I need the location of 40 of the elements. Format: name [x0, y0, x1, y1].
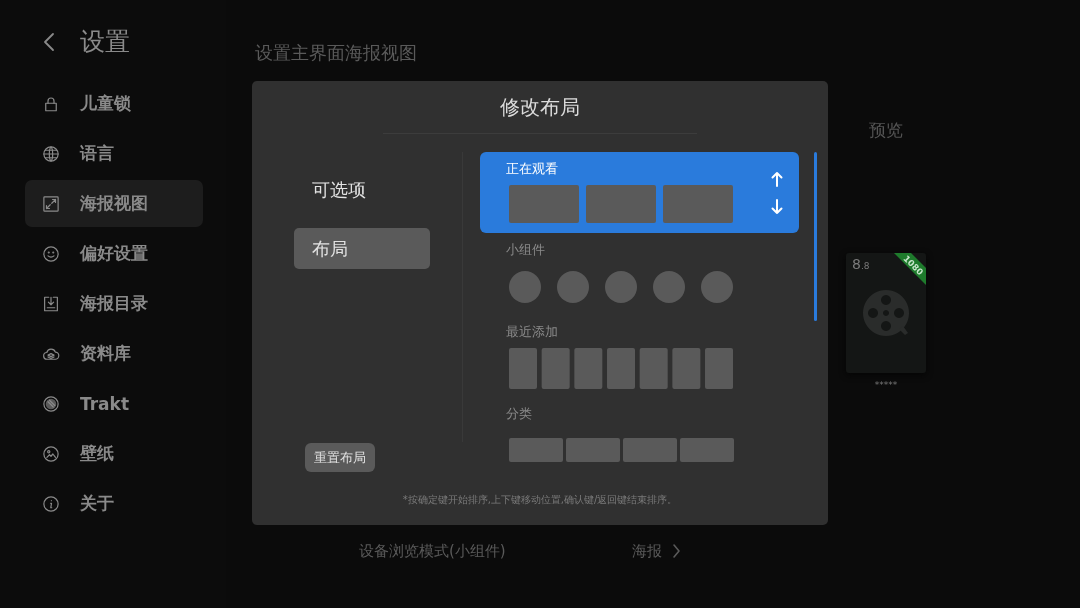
layout-row[interactable]: 最近添加 [480, 315, 799, 397]
sidebar-item[interactable]: 壁纸 [25, 430, 203, 477]
sidebar-item[interactable]: 偏好设置 [25, 230, 203, 277]
smiley-icon [42, 244, 60, 263]
striped-circle-icon [42, 394, 60, 413]
sidebar-item[interactable]: 海报目录 [25, 280, 203, 327]
settings-title: 设置 [80, 27, 130, 57]
reset-layout-button[interactable]: 重置布局 [305, 443, 375, 472]
layout-row[interactable]: 分类 [480, 397, 799, 472]
download-tray-icon [42, 294, 60, 313]
page-heading: 设置主界面海报视图 [255, 43, 417, 63]
back-icon[interactable] [42, 31, 56, 53]
info-icon [42, 494, 60, 513]
mode-selector[interactable]: 海报 [632, 541, 681, 561]
layout-row[interactable]: 小组件 [480, 233, 799, 315]
globe-icon [42, 144, 60, 163]
rating-text: 8.8 [852, 256, 870, 274]
sidebar-item[interactable]: Trakt [25, 380, 203, 427]
row-label: 最近添加 [506, 324, 558, 340]
sidebar-item[interactable]: 儿童锁 [25, 80, 203, 127]
sidebar-item[interactable]: 关于 [25, 480, 203, 527]
row-label: 正在观看 [506, 161, 558, 177]
up-arrow-icon [771, 170, 783, 187]
preview-label: 预览 [869, 120, 903, 140]
poster-caption: ***** [874, 379, 898, 391]
sidebar-item[interactable]: 语言 [25, 130, 203, 177]
dialog-tab[interactable]: 布局 [294, 228, 430, 269]
sidebar-item[interactable]: 资料库 [25, 330, 203, 377]
mode-label: 设备浏览模式(小组件) [359, 541, 506, 561]
lock-icon [42, 94, 60, 113]
row-label: 小组件 [506, 242, 545, 258]
picture-icon [42, 444, 60, 463]
down-arrow-icon [771, 198, 783, 215]
sidebar-item[interactable]: 海报视图 [25, 180, 203, 227]
dialog-tab[interactable]: 可选项 [294, 169, 430, 210]
dialog-title: 修改布局 [500, 95, 580, 119]
chevron-right-icon [672, 543, 681, 559]
expand-icon [42, 194, 60, 213]
row-label: 分类 [506, 406, 532, 422]
layout-row[interactable]: 正在观看 [480, 152, 799, 233]
